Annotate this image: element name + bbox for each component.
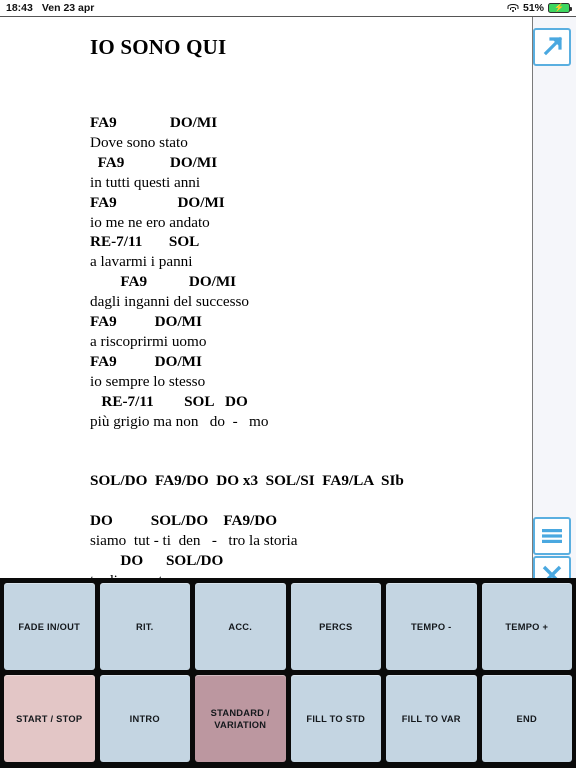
pad-button-fade-in-out[interactable]: FADE IN/OUT bbox=[4, 583, 95, 670]
chord-line: DO SOL/DO bbox=[90, 551, 224, 569]
chord-line: FA9 DO/MI bbox=[90, 193, 225, 211]
lyric-line: Dove sono stato bbox=[90, 133, 188, 151]
control-row-bottom: START / STOP INTRO STANDARD / VARIATION FIL… bbox=[4, 675, 572, 762]
chord-line: RE-7/11 SOL bbox=[90, 233, 200, 251]
pad-button-percs[interactable]: PERCS bbox=[290, 583, 381, 670]
pad-button-end[interactable]: END bbox=[481, 675, 572, 762]
pad-button-tempo[interactable]: TEMPO + bbox=[481, 583, 572, 670]
chord-line: FA9 DO/MI bbox=[90, 114, 218, 131]
status-date: Ven 23 apr bbox=[41, 2, 95, 14]
battery-percent-label: 51% bbox=[522, 2, 544, 14]
chord-line: FA9 DO/MI bbox=[90, 153, 218, 171]
lyric-line: a riscoprirmi uomo bbox=[90, 332, 207, 350]
page-title: IO SONO QUI bbox=[90, 35, 227, 59]
status-bar-right: 51% ⚡ bbox=[507, 2, 572, 14]
lyric-line: in tutti questi anni bbox=[90, 173, 201, 191]
pad-button-fill-to-std[interactable]: FILL TO STD bbox=[290, 675, 381, 762]
status-bar-left: 18:43 Ven 23 apr bbox=[6, 2, 94, 14]
control-row-top: FADE IN/OUT RIT. ACC. PERCS TEMPO - TEMPO + bbox=[4, 583, 572, 670]
battery-charging-icon: ⚡ bbox=[548, 3, 572, 13]
chord-line: FA9 DO/MI bbox=[90, 273, 237, 291]
song-sheet-page: IO SONO QUI FA9 DO/MI Dove sono stato FA… bbox=[0, 17, 533, 578]
hamburger-menu-icon bbox=[542, 529, 562, 543]
control-panel: FADE IN/OUT RIT. ACC. PERCS TEMPO - TEMPO + S… bbox=[0, 578, 576, 768]
pad-button-start-stop[interactable]: START / STOP bbox=[4, 675, 95, 762]
close-x-icon bbox=[542, 565, 562, 578]
close-button[interactable] bbox=[533, 556, 571, 578]
pad-button-fill-to-var[interactable]: FILL TO VAR bbox=[386, 675, 477, 762]
lyric-line: io sempre lo stesso bbox=[90, 372, 206, 390]
wifi-icon bbox=[507, 3, 519, 13]
expand-arrow-icon bbox=[543, 36, 563, 56]
chord-line: DO SOL/DO FA9/DO bbox=[90, 512, 278, 530]
chord-line: SOL/DO FA9/DO DO x3 SOL/SI FA9/LA SIb bbox=[90, 472, 404, 490]
chord-line: FA9 DO/MI bbox=[90, 313, 202, 331]
lyric-line: più grigio ma non do - mo bbox=[90, 412, 269, 430]
lyric-line: a lavarmi i panni bbox=[90, 253, 193, 271]
menu-button[interactable] bbox=[533, 517, 571, 555]
chord-line: RE-7/11 SOL DO bbox=[90, 392, 248, 410]
chord-line: FA9 DO/MI bbox=[90, 352, 202, 370]
status-bar: 18:43 Ven 23 apr 51% ⚡ bbox=[0, 0, 576, 16]
pad-button-acc[interactable]: ACC. bbox=[195, 583, 286, 670]
pad-button-rit[interactable]: RIT. bbox=[99, 583, 190, 670]
pad-button-standard-variation[interactable]: STANDARD / VARIATION bbox=[195, 675, 286, 762]
song-chord-lyrics-body: FA9 DO/MI Dove sono stato FA9 DO/MI in t… bbox=[90, 113, 522, 578]
pad-button-tempo[interactable]: TEMPO - bbox=[386, 583, 477, 670]
clock-time: 18:43 bbox=[6, 2, 33, 14]
lyric-line: io me ne ero andato bbox=[90, 213, 210, 231]
lyric-line: dagli inganni del successo bbox=[90, 293, 250, 311]
document-viewer[interactable]: IO SONO QUI FA9 DO/MI Dove sono stato FA… bbox=[0, 16, 576, 578]
pad-button-intro[interactable]: INTRO bbox=[99, 675, 190, 762]
lyric-line: siamo tut - ti den - tro la storia bbox=[90, 531, 298, 549]
expand-button[interactable] bbox=[533, 28, 571, 66]
